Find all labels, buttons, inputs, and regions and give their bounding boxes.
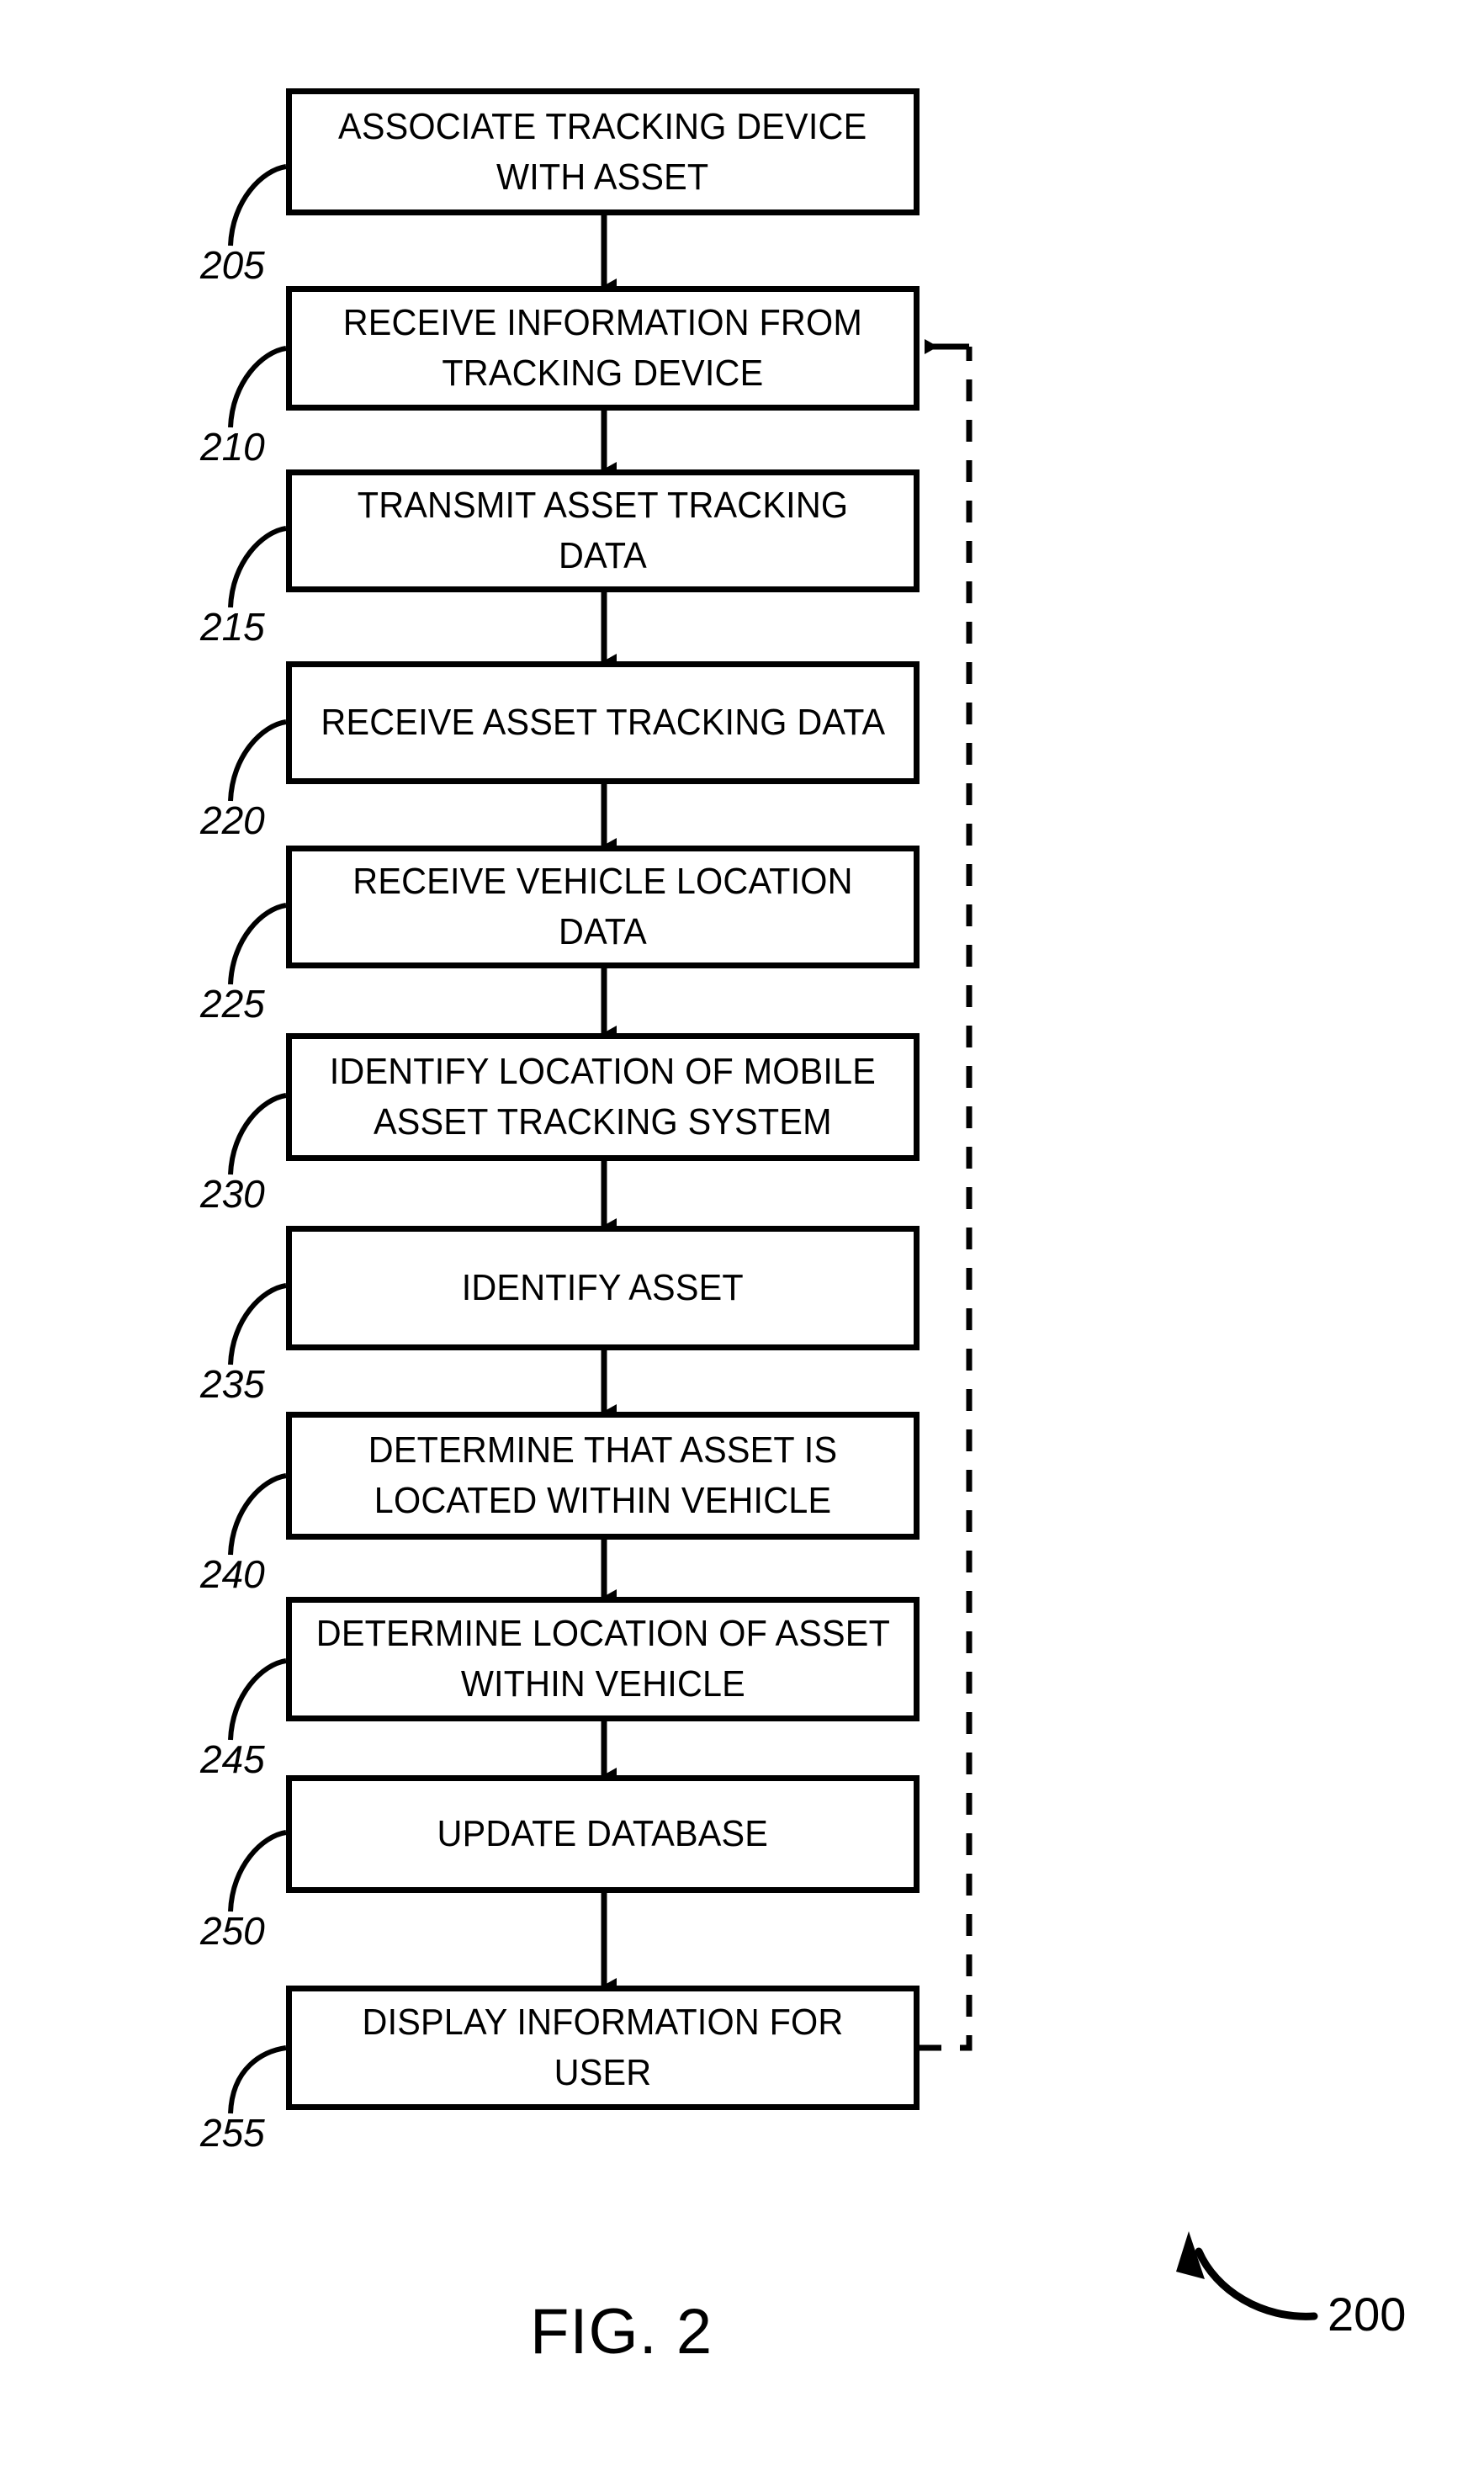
process-box-label: RECEIVE ASSET TRACKING DATA	[321, 702, 885, 743]
leader-line-255	[228, 2045, 287, 2114]
process-box-receive-vehicle-location-data[interactable]: RECEIVE VEHICLE LOCATION DATA	[286, 846, 920, 968]
reference-numeral-255: 255	[200, 2111, 265, 2155]
figure-ref-arrow	[1176, 2231, 1318, 2320]
process-box-label: DETERMINE LOCATION OF ASSET WITHIN VEHIC…	[315, 1613, 890, 1705]
reference-numeral-235: 235	[200, 1362, 265, 1406]
process-box-label: IDENTIFY ASSET	[461, 1267, 745, 1308]
reference-numeral-240: 240	[200, 1552, 265, 1596]
leader-line-245	[228, 1658, 287, 1741]
process-box-determine-location-of-asset-within-vehicle[interactable]: DETERMINE LOCATION OF ASSET WITHIN VEHIC…	[286, 1597, 920, 1721]
reference-numeral-215: 215	[200, 605, 265, 649]
leader-line-225	[228, 903, 287, 985]
reference-numeral-205: 205	[200, 243, 265, 287]
process-box-label: DISPLAY INFORMATION FOR USER	[362, 2002, 844, 2093]
leader-line-215	[228, 526, 287, 608]
leader-line-240	[228, 1473, 287, 1556]
process-box-label: RECEIVE INFORMATION FROM TRACKING DEVICE	[342, 302, 863, 394]
leader-line-230	[228, 1093, 287, 1175]
reference-numeral-250: 250	[200, 1909, 265, 1953]
process-box-label: DETERMINE THAT ASSET IS LOCATED WITHIN V…	[368, 1429, 838, 1521]
leader-line-205	[228, 164, 287, 247]
process-box-label: RECEIVE VEHICLE LOCATION DATA	[352, 861, 853, 952]
process-box-associate-tracking-device[interactable]: ASSOCIATE TRACKING DEVICE WITH ASSET	[286, 88, 920, 215]
reference-numeral-230: 230	[200, 1172, 265, 1216]
leader-line-220	[228, 719, 287, 802]
reference-numeral-225: 225	[200, 982, 265, 1026]
reference-numeral-210: 210	[200, 425, 265, 469]
reference-numeral-245: 245	[200, 1737, 265, 1781]
leader-line-250	[228, 1830, 287, 1912]
process-box-label: UPDATE DATABASE	[437, 1813, 769, 1854]
process-box-label: TRANSMIT ASSET TRACKING DATA	[357, 485, 849, 576]
leader-line-235	[228, 1283, 287, 1365]
process-box-receive-information-from-tracking-device[interactable]: RECEIVE INFORMATION FROM TRACKING DEVICE	[286, 286, 920, 411]
process-box-receive-asset-tracking-data[interactable]: RECEIVE ASSET TRACKING DATA	[286, 661, 920, 784]
process-box-update-database[interactable]: UPDATE DATABASE	[286, 1775, 920, 1893]
process-box-label: ASSOCIATE TRACKING DEVICE WITH ASSET	[338, 105, 867, 198]
figure-reference-numeral-200: 200	[1328, 2288, 1407, 2341]
process-box-display-information-for-user[interactable]: DISPLAY INFORMATION FOR USER	[286, 1986, 920, 2110]
feedback-loop-dashed-path	[920, 339, 973, 2051]
process-box-transmit-asset-tracking-data[interactable]: TRANSMIT ASSET TRACKING DATA	[286, 469, 920, 592]
process-box-determine-that-asset-is-located-within-vehicle[interactable]: DETERMINE THAT ASSET IS LOCATED WITHIN V…	[286, 1412, 920, 1540]
process-box-identify-location-of-mobile-asset-tracking-system[interactable]: IDENTIFY LOCATION OF MOBILE ASSET TRACKI…	[286, 1033, 920, 1161]
reference-numeral-220: 220	[200, 798, 265, 842]
process-box-identify-asset[interactable]: IDENTIFY ASSET	[286, 1226, 920, 1350]
patent-figure-2: ASSOCIATE TRACKING DEVICE WITH ASSET REC…	[0, 0, 1484, 2471]
figure-caption: FIG. 2	[530, 2296, 713, 2368]
leader-line-210	[228, 346, 287, 428]
process-box-label: IDENTIFY LOCATION OF MOBILE ASSET TRACKI…	[329, 1051, 877, 1143]
